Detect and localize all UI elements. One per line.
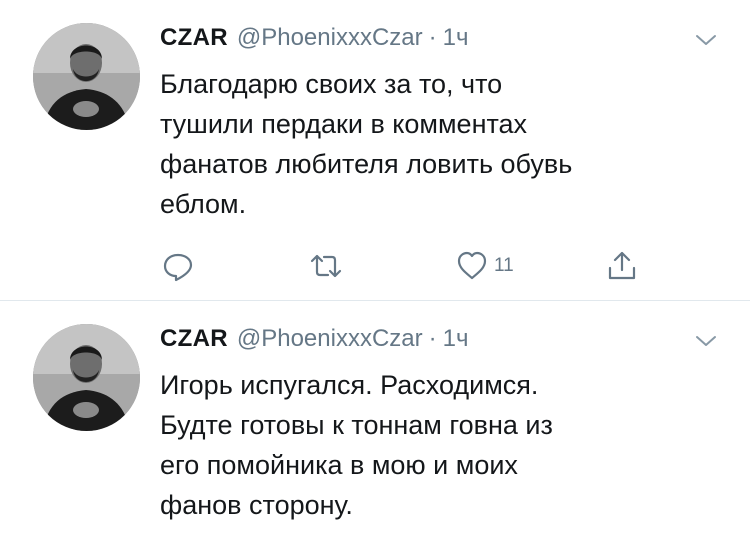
author-handle[interactable]: @PhoenixxxCzar xyxy=(237,24,423,52)
avatar[interactable] xyxy=(33,23,140,130)
like-button[interactable]: 11 xyxy=(456,246,514,286)
tweet-text: Игорь испугался. Расходимся. Будте готов… xyxy=(160,370,553,520)
author-name[interactable]: CZAR xyxy=(160,24,228,52)
tweet-actions: 11 xyxy=(160,246,680,286)
tweet-header: CZAR @PhoenixxxCzar · 1ч xyxy=(160,24,468,54)
share-icon xyxy=(606,250,638,282)
tweet[interactable]: CZAR @PhoenixxxCzar · 1ч Благодарю своих… xyxy=(0,0,750,300)
reply-button[interactable] xyxy=(162,246,194,286)
retweet-icon xyxy=(308,250,344,282)
reply-icon xyxy=(162,250,194,282)
heart-icon xyxy=(456,250,488,282)
separator-dot: · xyxy=(428,24,437,51)
retweet-button[interactable] xyxy=(308,246,344,286)
share-button[interactable] xyxy=(606,246,638,286)
avatar[interactable] xyxy=(33,324,140,431)
tweet-text: Благодарю своих за то, что тушили пердак… xyxy=(160,69,573,219)
timestamp[interactable]: 1ч xyxy=(443,325,469,353)
chevron-down-icon[interactable] xyxy=(694,333,718,349)
author-name[interactable]: CZAR xyxy=(160,325,228,353)
timestamp[interactable]: 1ч xyxy=(443,24,469,52)
tweet-feed: CZAR @PhoenixxxCzar · 1ч Благодарю своих… xyxy=(0,0,750,545)
tweet-header: CZAR @PhoenixxxCzar · 1ч xyxy=(160,325,468,355)
like-count: 11 xyxy=(494,255,514,276)
separator-dot: · xyxy=(428,325,437,352)
tweet[interactable]: CZAR @PhoenixxxCzar · 1ч Игорь испугался… xyxy=(0,301,750,545)
author-handle[interactable]: @PhoenixxxCzar xyxy=(237,325,423,353)
chevron-down-icon[interactable] xyxy=(694,32,718,48)
